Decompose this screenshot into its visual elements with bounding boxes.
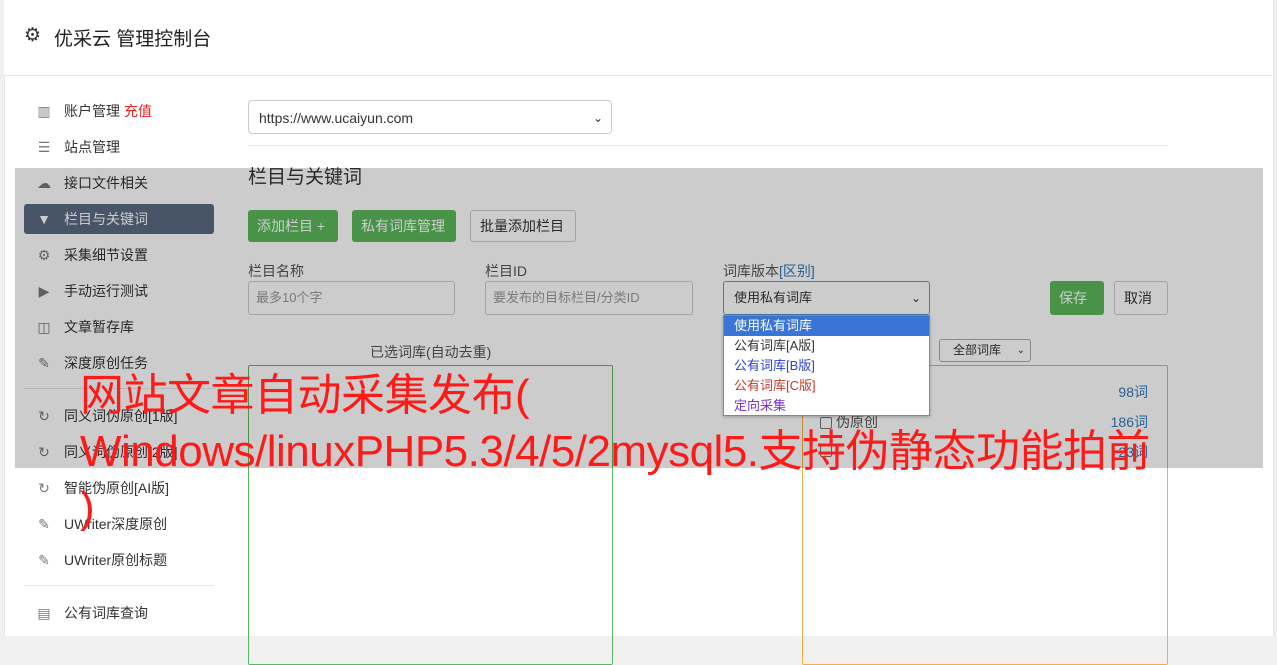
edit-icon: ✎ [38,355,50,371]
lib-row[interactable] [820,442,836,458]
lib-word-count: 23词 [1118,444,1148,460]
sidebar-item-label: UWriter原创标题 [64,552,168,568]
gear-icon: ⚙ [24,25,42,46]
sidebar-item-article-store[interactable]: ◫ 文章暂存库 [24,312,214,342]
sidebar-item-account[interactable]: ▥ 账户管理 充值 [24,96,214,126]
sidebar-item-uwriter-deep[interactable]: ✎ UWriter深度原创 [24,509,214,539]
sidebar-item-columns[interactable]: ▼ 栏目与关键词 [24,204,214,234]
sidebar-item-label: UWriter深度原创 [64,516,168,532]
lib-version-value: 使用私有词库 [734,290,813,305]
save-button[interactable]: 保存 [1050,281,1104,315]
refresh-icon: ↻ [38,444,50,460]
sidebar-item-sites[interactable]: ☰ 站点管理 [24,132,214,162]
sidebar-item-label: 栏目与关键词 [64,211,148,227]
filter-icon: ▼ [37,211,51,227]
column-name-label: 栏目名称 [248,263,304,279]
cloud-upload-icon: ☁ [37,175,51,191]
page-title: 优采云 管理控制台 [54,29,212,50]
sidebar-item-interface[interactable]: ☁ 接口文件相关 [24,168,214,198]
play-icon: ▶ [38,283,50,299]
lib-diff-link[interactable]: [区别] [779,263,815,279]
sidebar-item-label: 公有词库查询 [64,605,148,621]
sidebar-item-uwriter-title[interactable]: ✎ UWriter原创标题 [24,545,214,575]
dropdown-option[interactable]: 公有词库[B版] [724,356,929,376]
sidebar-item-public-lib[interactable]: ▤ 公有词库查询 [24,598,214,628]
private-lib-button[interactable]: 私有词库管理 [352,210,456,242]
dropdown-option[interactable]: 公有词库[C版] [724,376,929,396]
column-id-label: 栏目ID [485,263,527,279]
chevron-down-icon: ⌄ [910,291,921,305]
bar-chart-icon: ▥ [37,103,51,119]
lib-row-label: 伪原创 [836,414,878,430]
lib-word-count: 98词 [1118,384,1148,400]
column-id-input[interactable]: 要发布的目标栏目/分类ID [485,281,693,315]
sidebar-item-collect-settings[interactable]: ⚙ 采集细节设置 [24,240,214,270]
sidebar-item-synonym-v2[interactable]: ↻ 同义词伪原创[2版] [24,437,214,467]
chevron-down-icon: ⌄ [1016,345,1025,356]
sidebar-item-label: 手动运行测试 [64,283,148,299]
site-select[interactable]: https://www.ucaiyun.com ⌄ [248,100,612,134]
batch-add-button[interactable]: 批量添加栏目 [470,210,576,242]
refresh-icon: ↻ [38,408,50,424]
sidebar-item-label: 账户管理 [64,103,120,119]
selected-lib-panel[interactable] [248,365,613,665]
server-icon: ☰ [37,139,51,155]
section-title: 栏目与关键词 [248,167,363,188]
sidebar-divider [24,388,214,389]
lib-word-count: 186词 [1110,414,1148,430]
sidebar-item-deep-original[interactable]: ✎ 深度原创任务 [24,348,214,378]
cancel-button[interactable]: 取消 [1114,281,1168,315]
chevron-down-icon: ⌄ [592,111,603,125]
sidebar-item-manual-run[interactable]: ▶ 手动运行测试 [24,276,214,306]
cogs-icon: ⚙ [37,247,51,263]
lib-version-dropdown: 使用私有词库 公有词库[A版] 公有词库[B版] 公有词库[C版] 定向采集 [723,315,930,416]
sidebar-divider [24,585,214,586]
lib-filter-select[interactable]: 全部词库 ⌄ [939,339,1031,362]
lib-version-label-text: 词库版本 [723,263,779,279]
sidebar-item-label: 深度原创任务 [64,355,148,371]
sidebar-item-label: 文章暂存库 [64,319,134,335]
add-column-button[interactable]: 添加栏目 + [248,210,338,242]
app-header: ⚙ 优采云 管理控制台 [4,0,1272,76]
book-icon: ▤ [37,605,51,621]
dropdown-option[interactable]: 公有词库[A版] [724,336,929,356]
edit-icon: ✎ [38,552,50,568]
sidebar-item-label: 站点管理 [64,139,120,155]
sidebar-item-synonym-v1[interactable]: ↻ 同义词伪原创[1版] [24,401,214,431]
sidebar-item-label: 同义词伪原创[2版] [64,444,178,460]
column-name-input[interactable]: 最多10个字 [248,281,455,315]
edit-icon: ✎ [38,516,50,532]
sidebar: ▥ 账户管理 充值 ☰ 站点管理 ☁ 接口文件相关 ▼ 栏目与关键词 ⚙ 采集细节… [24,96,214,634]
lib-version-select[interactable]: 使用私有词库 ⌄ [723,281,930,315]
checkbox[interactable] [820,445,832,458]
sidebar-item-label: 同义词伪原创[1版] [64,408,178,424]
sidebar-item-label: 智能伪原创[AI版] [64,480,170,496]
refresh-icon: ↻ [38,480,50,496]
sidebar-item-label: 采集细节设置 [64,247,148,263]
database-icon: ◫ [37,319,51,335]
recharge-link[interactable]: 充值 [124,103,152,119]
dropdown-option[interactable]: 定向采集 [724,396,929,416]
divider [248,145,1168,146]
selected-lib-caption: 已选词库(自动去重) [370,344,492,360]
lib-version-label: 词库版本[区别] [723,261,815,281]
dropdown-option[interactable]: 使用私有词库 [724,316,929,336]
sidebar-item-ai-rewrite[interactable]: ↻ 智能伪原创[AI版] [24,473,214,503]
checkbox[interactable] [820,417,832,430]
lib-filter-value: 全部词库 [953,343,1002,357]
sidebar-item-label: 接口文件相关 [64,175,148,191]
site-select-value: https://www.ucaiyun.com [259,110,414,126]
